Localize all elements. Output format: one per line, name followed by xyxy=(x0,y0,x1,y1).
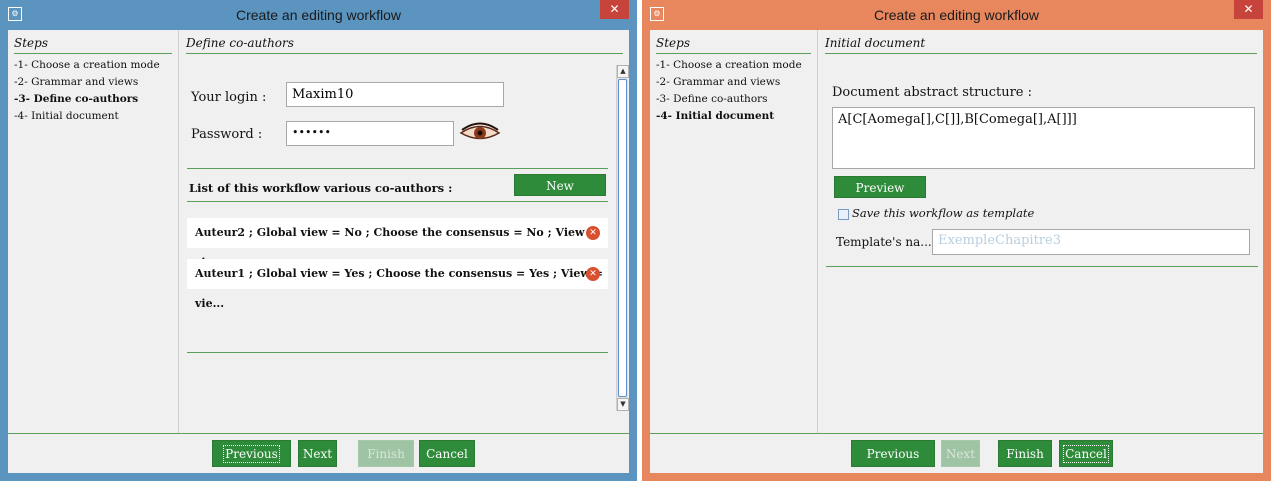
remove-author-icon[interactable]: ✕ xyxy=(586,226,600,240)
login-input[interactable] xyxy=(286,82,504,107)
save-template-label: Save this workflow as template xyxy=(852,206,1035,220)
step-list: -1- Choose a creation mode -2- Grammar a… xyxy=(656,57,817,125)
new-author-button[interactable]: New xyxy=(514,174,606,196)
step-item: -2- Grammar and views xyxy=(656,76,781,88)
finish-button[interactable]: Finish xyxy=(998,440,1052,467)
login-label: Your login : xyxy=(191,90,267,105)
next-label: Next xyxy=(302,447,333,461)
step-item: -1- Choose a creation mode xyxy=(14,59,160,71)
dialog-body: Steps -1- Choose a creation mode -2- Gra… xyxy=(8,30,629,473)
show-password-icon[interactable] xyxy=(459,122,501,144)
previous-button[interactable]: Previous xyxy=(851,440,935,467)
structure-label: Document abstract structure : xyxy=(832,85,1033,100)
divider xyxy=(187,352,608,353)
scroll-thumb[interactable] xyxy=(618,79,627,397)
left-window: ⚙ Create an editing workflow ✕ Steps -1-… xyxy=(0,0,637,481)
previous-button[interactable]: Previous xyxy=(212,440,291,467)
title-bar[interactable]: ⚙ Create an editing workflow ✕ xyxy=(650,0,1263,30)
coauthors-list-title: List of this workflow various co-authors… xyxy=(189,181,453,195)
step-item: -2- Grammar and views xyxy=(14,76,139,88)
close-button[interactable]: ✕ xyxy=(600,0,629,19)
cancel-label: Cancel xyxy=(426,447,468,461)
new-button-label: New xyxy=(546,179,574,193)
scroll-down-icon[interactable]: ▼ xyxy=(617,398,629,411)
author-row[interactable]: Auteur1 ; Global view = Yes ; Choose the… xyxy=(187,259,608,310)
vertical-scrollbar[interactable]: ▲ ▼ xyxy=(616,65,629,411)
structure-textarea[interactable]: A[C[Aomega[],C[]],B[Comega[],A[]]] xyxy=(832,107,1255,169)
finish-button[interactable]: Finish xyxy=(358,440,414,467)
step-item: -4- Initial document xyxy=(14,110,119,122)
close-button[interactable]: ✕ xyxy=(1234,0,1263,19)
window-title: Create an editing workflow xyxy=(236,7,401,23)
right-window: ⚙ Create an editing workflow ✕ Steps -1-… xyxy=(642,0,1271,481)
divider xyxy=(826,266,1258,267)
scroll-up-icon[interactable]: ▲ xyxy=(617,65,629,78)
title-bar[interactable]: ⚙ Create an editing workflow ✕ xyxy=(8,0,629,30)
template-name-input[interactable]: ExempleChapitre3 xyxy=(932,229,1250,255)
preview-label: Preview xyxy=(855,181,905,195)
next-button[interactable]: Next xyxy=(298,440,337,467)
next-button[interactable]: Next xyxy=(941,440,980,467)
cancel-button[interactable]: Cancel xyxy=(1059,440,1113,467)
next-label: Next xyxy=(945,447,976,461)
password-label: Password : xyxy=(191,127,263,142)
password-input[interactable]: •••••• xyxy=(286,121,454,146)
step-item: -3- Define co-authors xyxy=(656,93,768,105)
author-row[interactable]: Auteur2 ; Global view = No ; Choose the … xyxy=(187,218,608,269)
cancel-label: Cancel xyxy=(1063,445,1109,463)
steps-header: Steps xyxy=(656,36,811,54)
step-item-active: -4- Initial document xyxy=(656,110,775,122)
template-name-label: Template's na... xyxy=(836,235,932,249)
previous-label: Previous xyxy=(223,445,280,463)
dialog-body: Steps -1- Choose a creation mode -2- Gra… xyxy=(650,30,1263,473)
footer: Previous Next Finish Cancel xyxy=(8,433,629,473)
footer: Previous Next Finish Cancel xyxy=(650,433,1263,473)
steps-panel: Steps -1- Choose a creation mode -2- Gra… xyxy=(650,30,818,433)
step-item-active: -3- Define co-authors xyxy=(14,93,139,105)
divider xyxy=(187,201,608,202)
cancel-button[interactable]: Cancel xyxy=(419,440,475,467)
preview-button[interactable]: Preview xyxy=(834,176,926,198)
remove-author-icon[interactable]: ✕ xyxy=(586,267,600,281)
step-item: -1- Choose a creation mode xyxy=(656,59,802,71)
finish-label: Finish xyxy=(367,447,405,461)
step-list: -1- Choose a creation mode -2- Grammar a… xyxy=(14,57,178,125)
steps-panel: Steps -1- Choose a creation mode -2- Gra… xyxy=(8,30,179,433)
panel-title: Define co-authors xyxy=(186,36,623,54)
panel-title: Initial document xyxy=(825,36,1257,54)
steps-header: Steps xyxy=(14,36,172,54)
divider xyxy=(187,168,608,169)
save-template-checkbox[interactable] xyxy=(838,209,849,220)
finish-label: Finish xyxy=(1006,447,1044,461)
window-title: Create an editing workflow xyxy=(874,7,1039,23)
previous-label: Previous xyxy=(866,447,920,461)
